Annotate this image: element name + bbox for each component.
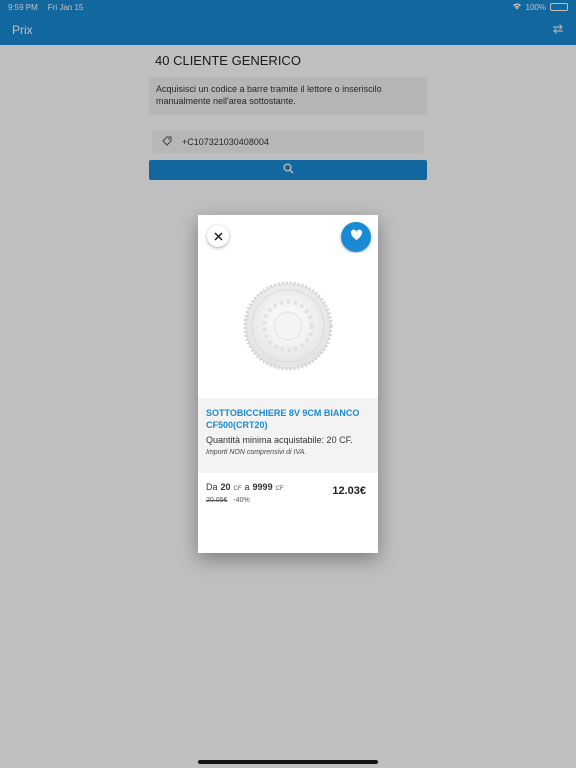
vat-note: Importi NON comprensivi di IVA. <box>206 449 307 456</box>
close-icon <box>213 229 223 244</box>
range-unit-end: CF <box>275 486 284 492</box>
product-modal: SOTTOBICCHIERE 8V 9CM BIANCO CF500(CRT20… <box>198 215 378 553</box>
old-price: 20.05€ <box>206 497 228 504</box>
discount-row: 20.05€ -40% <box>206 497 370 504</box>
product-image <box>243 281 333 371</box>
heart-icon <box>350 228 363 246</box>
favorite-button[interactable] <box>341 222 371 252</box>
product-image-area <box>198 253 378 398</box>
range-to: 9999 <box>252 482 273 492</box>
close-button[interactable] <box>207 225 229 247</box>
price-section: Da 20 CF a 9999 CF 20.05€ -40% 12.03€ <box>198 473 378 517</box>
unit-price: 12.03€ <box>332 485 366 497</box>
minimum-quantity: Quantità minima acquistabile: 20 CF. <box>206 435 353 445</box>
home-indicator[interactable] <box>198 760 378 764</box>
discount-percent: -40% <box>233 497 250 504</box>
range-from-label: Da <box>206 482 218 492</box>
range-to-label: a <box>244 482 250 492</box>
product-info: SOTTOBICCHIERE 8V 9CM BIANCO CF500(CRT20… <box>198 398 378 473</box>
range-from: 20 <box>220 482 231 492</box>
range-unit: CF <box>233 486 242 492</box>
product-name: SOTTOBICCHIERE 8V 9CM BIANCO CF500(CRT20… <box>206 408 360 430</box>
